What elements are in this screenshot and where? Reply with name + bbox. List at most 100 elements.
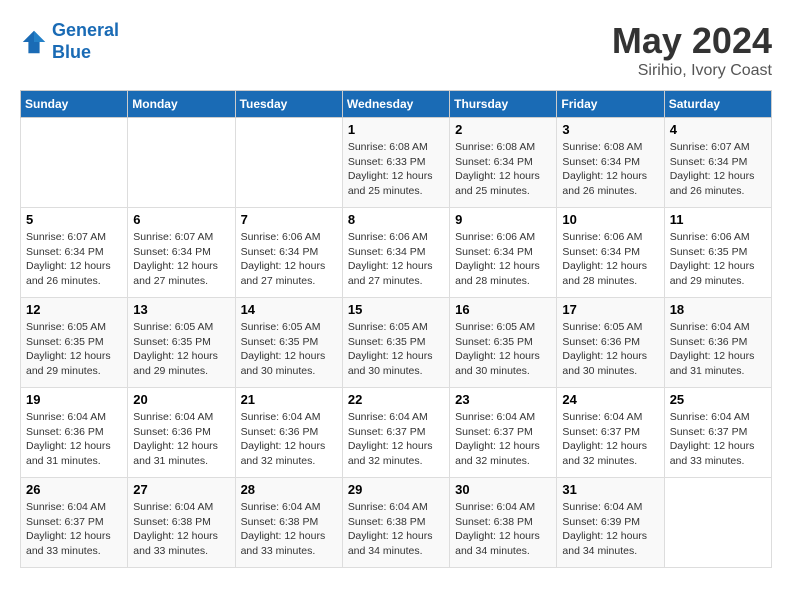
calendar-cell: 27 Sunrise: 6:04 AM Sunset: 6:38 PM Dayli… bbox=[128, 478, 235, 568]
day-number: 19 bbox=[26, 392, 122, 407]
day-number: 18 bbox=[670, 302, 766, 317]
calendar-cell bbox=[21, 118, 128, 208]
calendar-cell: 18 Sunrise: 6:04 AM Sunset: 6:36 PM Dayli… bbox=[664, 298, 771, 388]
day-number: 27 bbox=[133, 482, 229, 497]
day-number: 2 bbox=[455, 122, 551, 137]
day-number: 12 bbox=[26, 302, 122, 317]
header-row: SundayMondayTuesdayWednesdayThursdayFrid… bbox=[21, 91, 772, 118]
calendar-cell: 1 Sunrise: 6:08 AM Sunset: 6:33 PM Daylig… bbox=[342, 118, 449, 208]
calendar-cell: 9Sunrise: 6:06 AM Sunset: 6:34 PM Daylig… bbox=[450, 208, 557, 298]
day-number: 13 bbox=[133, 302, 229, 317]
header-day-sunday: Sunday bbox=[21, 91, 128, 118]
day-info: Sunrise: 6:04 AM Sunset: 6:36 PM Dayligh… bbox=[133, 410, 229, 469]
header-day-tuesday: Tuesday bbox=[235, 91, 342, 118]
calendar-table: SundayMondayTuesdayWednesdayThursdayFrid… bbox=[20, 90, 772, 568]
calendar-cell: 29 Sunrise: 6:04 AM Sunset: 6:38 PM Dayli… bbox=[342, 478, 449, 568]
day-number: 28 bbox=[241, 482, 337, 497]
day-info: Sunrise: 6:04 AM Sunset: 6:37 PM Dayligh… bbox=[562, 410, 658, 469]
day-number: 20 bbox=[133, 392, 229, 407]
day-info: Sunrise: 6:04 AM Sunset: 6:38 PM Dayligh… bbox=[133, 500, 229, 559]
day-info: Sunrise: 6:04 AM Sunset: 6:38 PM Dayligh… bbox=[455, 500, 551, 559]
calendar-cell: 26 Sunrise: 6:04 AM Sunset: 6:37 PM Dayli… bbox=[21, 478, 128, 568]
logo-blue: Blue bbox=[52, 42, 91, 62]
day-number: 16 bbox=[455, 302, 551, 317]
week-row-3: 19 Sunrise: 6:04 AM Sunset: 6:36 PM Dayli… bbox=[21, 388, 772, 478]
calendar-cell: 20 Sunrise: 6:04 AM Sunset: 6:36 PM Dayli… bbox=[128, 388, 235, 478]
calendar-cell: 25Sunrise: 6:04 AM Sunset: 6:37 PM Dayli… bbox=[664, 388, 771, 478]
day-info: Sunrise: 6:06 AM Sunset: 6:34 PM Dayligh… bbox=[562, 230, 658, 289]
calendar-cell: 13 Sunrise: 6:05 AM Sunset: 6:35 PM Dayli… bbox=[128, 298, 235, 388]
day-info: Sunrise: 6:07 AM Sunset: 6:34 PM Dayligh… bbox=[26, 230, 122, 289]
title-block: May 2024 Sirihio, Ivory Coast bbox=[612, 20, 772, 80]
calendar-cell bbox=[664, 478, 771, 568]
day-number: 24 bbox=[562, 392, 658, 407]
calendar-cell: 21 Sunrise: 6:04 AM Sunset: 6:36 PM Dayli… bbox=[235, 388, 342, 478]
calendar-cell: 22Sunrise: 6:04 AM Sunset: 6:37 PM Dayli… bbox=[342, 388, 449, 478]
day-number: 5 bbox=[26, 212, 122, 227]
week-row-4: 26 Sunrise: 6:04 AM Sunset: 6:37 PM Dayli… bbox=[21, 478, 772, 568]
day-info: Sunrise: 6:05 AM Sunset: 6:35 PM Dayligh… bbox=[241, 320, 337, 379]
day-info: Sunrise: 6:05 AM Sunset: 6:35 PM Dayligh… bbox=[26, 320, 122, 379]
day-number: 30 bbox=[455, 482, 551, 497]
calendar-cell: 8Sunrise: 6:06 AM Sunset: 6:34 PM Daylig… bbox=[342, 208, 449, 298]
header-day-friday: Friday bbox=[557, 91, 664, 118]
day-info: Sunrise: 6:04 AM Sunset: 6:37 PM Dayligh… bbox=[26, 500, 122, 559]
day-info: Sunrise: 6:04 AM Sunset: 6:36 PM Dayligh… bbox=[670, 320, 766, 379]
calendar-cell: 16 Sunrise: 6:05 AM Sunset: 6:35 PM Dayli… bbox=[450, 298, 557, 388]
day-number: 29 bbox=[348, 482, 444, 497]
day-info: Sunrise: 6:07 AM Sunset: 6:34 PM Dayligh… bbox=[133, 230, 229, 289]
week-row-1: 5 Sunrise: 6:07 AM Sunset: 6:34 PM Daylig… bbox=[21, 208, 772, 298]
day-number: 10 bbox=[562, 212, 658, 227]
week-row-2: 12 Sunrise: 6:05 AM Sunset: 6:35 PM Dayli… bbox=[21, 298, 772, 388]
logo-icon bbox=[20, 28, 48, 56]
calendar-cell: 17Sunrise: 6:05 AM Sunset: 6:36 PM Dayli… bbox=[557, 298, 664, 388]
header-day-thursday: Thursday bbox=[450, 91, 557, 118]
day-number: 21 bbox=[241, 392, 337, 407]
day-info: Sunrise: 6:08 AM Sunset: 6:33 PM Dayligh… bbox=[348, 140, 444, 199]
calendar-cell: 30 Sunrise: 6:04 AM Sunset: 6:38 PM Dayli… bbox=[450, 478, 557, 568]
day-info: Sunrise: 6:04 AM Sunset: 6:36 PM Dayligh… bbox=[241, 410, 337, 469]
calendar-cell: 7Sunrise: 6:06 AM Sunset: 6:34 PM Daylig… bbox=[235, 208, 342, 298]
calendar-cell: 23Sunrise: 6:04 AM Sunset: 6:37 PM Dayli… bbox=[450, 388, 557, 478]
day-info: Sunrise: 6:05 AM Sunset: 6:35 PM Dayligh… bbox=[133, 320, 229, 379]
day-number: 3 bbox=[562, 122, 658, 137]
page-header: General Blue May 2024 Sirihio, Ivory Coa… bbox=[20, 20, 772, 80]
day-number: 17 bbox=[562, 302, 658, 317]
day-number: 4 bbox=[670, 122, 766, 137]
day-info: Sunrise: 6:05 AM Sunset: 6:35 PM Dayligh… bbox=[348, 320, 444, 379]
day-number: 6 bbox=[133, 212, 229, 227]
day-info: Sunrise: 6:04 AM Sunset: 6:38 PM Dayligh… bbox=[241, 500, 337, 559]
day-info: Sunrise: 6:04 AM Sunset: 6:39 PM Dayligh… bbox=[562, 500, 658, 559]
day-number: 8 bbox=[348, 212, 444, 227]
day-info: Sunrise: 6:04 AM Sunset: 6:38 PM Dayligh… bbox=[348, 500, 444, 559]
calendar-cell: 10 Sunrise: 6:06 AM Sunset: 6:34 PM Dayli… bbox=[557, 208, 664, 298]
logo-general: General bbox=[52, 20, 119, 40]
day-info: Sunrise: 6:08 AM Sunset: 6:34 PM Dayligh… bbox=[455, 140, 551, 199]
day-number: 25 bbox=[670, 392, 766, 407]
calendar-cell: 19Sunrise: 6:04 AM Sunset: 6:36 PM Dayli… bbox=[21, 388, 128, 478]
day-number: 26 bbox=[26, 482, 122, 497]
day-info: Sunrise: 6:06 AM Sunset: 6:34 PM Dayligh… bbox=[241, 230, 337, 289]
day-info: Sunrise: 6:06 AM Sunset: 6:35 PM Dayligh… bbox=[670, 230, 766, 289]
day-info: Sunrise: 6:08 AM Sunset: 6:34 PM Dayligh… bbox=[562, 140, 658, 199]
day-info: Sunrise: 6:06 AM Sunset: 6:34 PM Dayligh… bbox=[455, 230, 551, 289]
day-info: Sunrise: 6:07 AM Sunset: 6:34 PM Dayligh… bbox=[670, 140, 766, 199]
day-number: 14 bbox=[241, 302, 337, 317]
day-number: 11 bbox=[670, 212, 766, 227]
calendar-cell: 3 Sunrise: 6:08 AM Sunset: 6:34 PM Daylig… bbox=[557, 118, 664, 208]
week-row-0: 1 Sunrise: 6:08 AM Sunset: 6:33 PM Daylig… bbox=[21, 118, 772, 208]
calendar-cell: 14 Sunrise: 6:05 AM Sunset: 6:35 PM Dayli… bbox=[235, 298, 342, 388]
calendar-cell: 5 Sunrise: 6:07 AM Sunset: 6:34 PM Daylig… bbox=[21, 208, 128, 298]
day-number: 1 bbox=[348, 122, 444, 137]
calendar-cell bbox=[235, 118, 342, 208]
header-day-monday: Monday bbox=[128, 91, 235, 118]
logo: General Blue bbox=[20, 20, 119, 63]
calendar-cell: 12 Sunrise: 6:05 AM Sunset: 6:35 PM Dayli… bbox=[21, 298, 128, 388]
day-info: Sunrise: 6:05 AM Sunset: 6:35 PM Dayligh… bbox=[455, 320, 551, 379]
calendar-cell: 6 Sunrise: 6:07 AM Sunset: 6:34 PM Daylig… bbox=[128, 208, 235, 298]
day-info: Sunrise: 6:04 AM Sunset: 6:37 PM Dayligh… bbox=[348, 410, 444, 469]
header-day-saturday: Saturday bbox=[664, 91, 771, 118]
day-number: 15 bbox=[348, 302, 444, 317]
calendar-cell: 2 Sunrise: 6:08 AM Sunset: 6:34 PM Daylig… bbox=[450, 118, 557, 208]
day-number: 23 bbox=[455, 392, 551, 407]
